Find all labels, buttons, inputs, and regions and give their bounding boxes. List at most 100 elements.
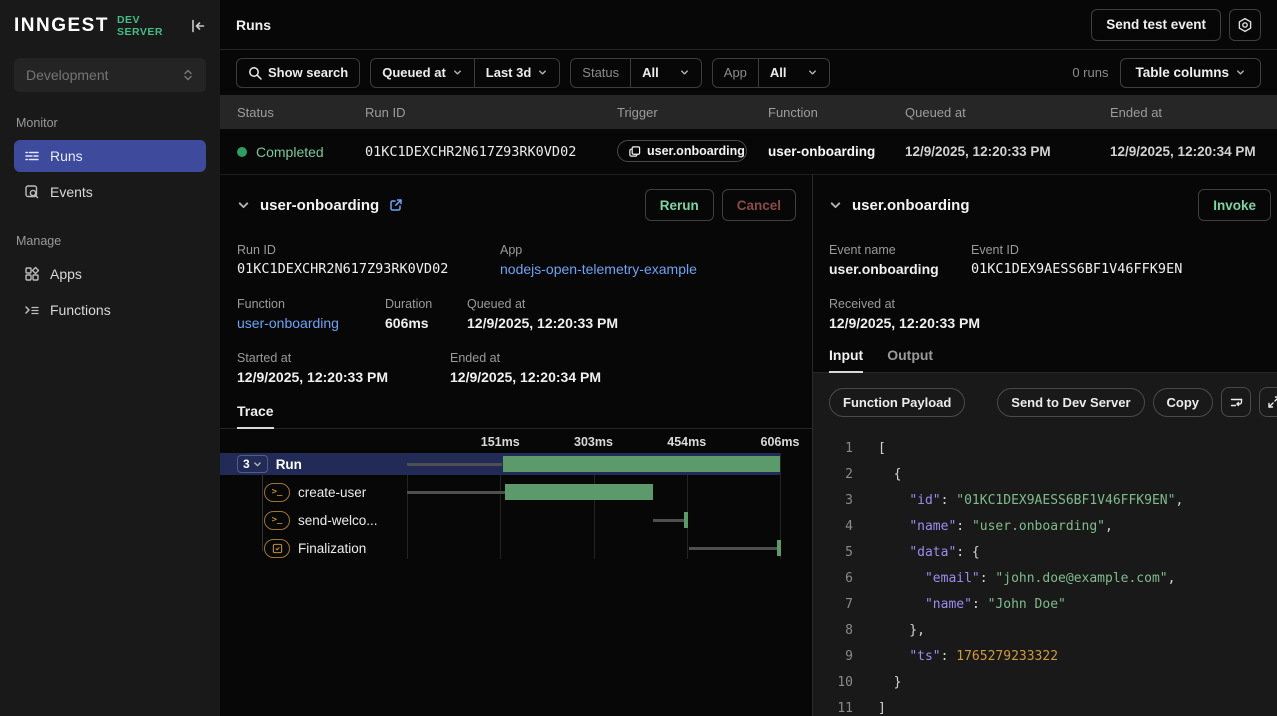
collapse-sidebar-icon[interactable]: [190, 18, 206, 34]
app-filter: App All: [712, 58, 830, 88]
tab-input[interactable]: Input: [829, 347, 863, 373]
copy-button[interactable]: Copy: [1153, 388, 1214, 417]
environment-select[interactable]: Development: [14, 58, 206, 92]
sidebar-item-apps[interactable]: Apps: [14, 258, 206, 290]
trace-span-label: send-welco...: [298, 513, 378, 528]
collapse-steps-badge[interactable]: 3: [237, 455, 268, 473]
received-at-value: 12/9/2025, 12:20:33 PM: [829, 315, 980, 331]
sidebar: INNGEST DEV SERVER Development Monitor R…: [0, 0, 220, 716]
ended-at-cell: 12/9/2025, 12:20:34 PM: [1110, 144, 1277, 159]
execution-span-bar[interactable]: [777, 540, 781, 556]
code-line: 7 "name": "John Doe": [813, 591, 1277, 617]
status-filter-label: Status: [571, 59, 630, 87]
collapse-chevron-icon[interactable]: [829, 199, 842, 212]
chevron-down-icon: [1235, 67, 1246, 78]
ended-at-value: 12/9/2025, 12:20:34 PM: [450, 369, 601, 385]
payload-tabs: Input Output: [813, 347, 1277, 373]
sidebar-item-label: Runs: [50, 148, 83, 164]
settings-gear-icon[interactable]: [1229, 9, 1261, 41]
field-label: Ended at: [450, 351, 601, 365]
main-area: Runs Send test event Show search Qu: [220, 0, 1277, 716]
sidebar-item-functions[interactable]: Functions: [14, 294, 206, 326]
column-header: Trigger: [617, 105, 768, 120]
time-filter: Queued at Last 3d: [370, 58, 560, 88]
column-header: Status: [237, 105, 365, 120]
status-filter: Status All: [570, 58, 701, 88]
collapse-chevron-icon[interactable]: [237, 199, 250, 212]
tab-output[interactable]: Output: [887, 347, 933, 373]
time-range-dropdown[interactable]: Last 3d: [475, 59, 560, 87]
app-filter-dropdown[interactable]: All: [759, 59, 829, 87]
finalization-check-icon: [264, 539, 290, 558]
sidebar-item-runs[interactable]: Runs: [14, 140, 206, 172]
chevron-down-icon: [679, 67, 690, 78]
line-number: 6: [813, 571, 853, 586]
field-label: Event ID: [971, 243, 1182, 257]
sidebar-item-events[interactable]: Events: [14, 176, 206, 208]
function-payload-button[interactable]: Function Payload: [829, 388, 965, 417]
run-title: user-onboarding: [260, 197, 379, 214]
expand-icon[interactable]: [1259, 387, 1277, 417]
app-link[interactable]: nodejs-open-telemetry-example: [500, 261, 697, 277]
event-id-value: 01KC1DEX9AESS6BF1V46FFK9EN: [971, 261, 1182, 277]
event-title: user.onboarding: [852, 197, 970, 214]
apps-icon: [24, 266, 40, 282]
payload-code-editor[interactable]: 1[2 {3 "id": "01KC1DEX9AESS6BF1V46FFK9EN…: [813, 427, 1277, 716]
rerun-button[interactable]: Rerun: [645, 189, 714, 221]
inngest-logo: INNGEST: [14, 15, 109, 37]
queue-wait-line: [407, 463, 502, 466]
trace-rows: 3 Run>_create-user>_send-welco...Finaliz…: [220, 453, 780, 559]
step-terminal-icon: >_: [264, 483, 290, 502]
show-search-button[interactable]: Show search: [236, 58, 360, 88]
trace-waterfall: 151ms303ms454ms606ms 3 Run>_create-user>…: [220, 431, 812, 716]
table-columns-dropdown[interactable]: Table columns: [1120, 58, 1261, 88]
code-line: 5 "data": {: [813, 539, 1277, 565]
queued-at-value: 12/9/2025, 12:20:33 PM: [467, 315, 618, 331]
execution-span-bar[interactable]: [684, 512, 688, 528]
trace-span-label: Run: [276, 457, 302, 472]
external-link-icon[interactable]: [389, 198, 403, 212]
cancel-button[interactable]: Cancel: [722, 189, 796, 221]
field-label: Queued at: [467, 297, 618, 311]
code-line: 1[: [813, 435, 1277, 461]
code-line: 6 "email": "john.doe@example.com",: [813, 565, 1277, 591]
invoke-button[interactable]: Invoke: [1198, 189, 1271, 221]
trigger-label: user.onboarding: [647, 144, 745, 158]
trigger-pill[interactable]: user.onboarding: [617, 140, 747, 162]
axis-tick-label: 303ms: [574, 435, 613, 449]
field-label: Received at: [829, 297, 980, 311]
send-test-event-button[interactable]: Send test event: [1091, 9, 1221, 41]
search-icon: [248, 66, 262, 80]
status-filter-dropdown[interactable]: All: [631, 59, 701, 87]
step-terminal-icon: >_: [264, 511, 290, 530]
trace-time-axis: 151ms303ms454ms606ms: [220, 431, 780, 453]
send-to-dev-server-button[interactable]: Send to Dev Server: [997, 388, 1144, 417]
details-split: user-onboarding Rerun Cancel Run ID 01KC…: [220, 175, 1277, 716]
payload-section: Function Payload Send to Dev Server Copy…: [813, 373, 1277, 716]
code-line: 8 },: [813, 617, 1277, 643]
line-number: 7: [813, 597, 853, 612]
word-wrap-icon[interactable]: [1221, 387, 1251, 417]
trace-row-send-welco-[interactable]: >_ send-welco...: [220, 509, 780, 531]
execution-span-bar[interactable]: [505, 484, 653, 500]
trace-row-finalization[interactable]: Finalization: [220, 537, 780, 559]
app-filter-label: App: [713, 59, 758, 87]
tab-trace[interactable]: Trace: [237, 403, 274, 429]
execution-span-bar[interactable]: [503, 456, 780, 472]
trace-row-create-user[interactable]: >_create-user: [220, 481, 780, 503]
event-icon: [628, 145, 641, 158]
function-link[interactable]: user-onboarding: [237, 315, 385, 331]
trace-row-run[interactable]: 3 Run: [220, 453, 780, 475]
runs-table-header: Status Run ID Trigger Function Queued at…: [220, 95, 1277, 129]
event-name-value: user.onboarding: [829, 261, 971, 277]
field-label: Function: [237, 297, 385, 311]
queued-at-dropdown[interactable]: Queued at: [371, 59, 474, 87]
table-columns-label: Table columns: [1135, 65, 1229, 80]
line-number: 10: [813, 675, 853, 690]
chevron-down-icon: [537, 67, 548, 78]
run-id-value: 01KC1DEXCHR2N617Z93RK0VD02: [237, 261, 500, 277]
sidebar-item-label: Functions: [50, 302, 111, 318]
chevron-updown-icon: [182, 68, 194, 82]
table-row[interactable]: Completed 01KC1DEXCHR2N617Z93RK0VD02 use…: [220, 129, 1277, 175]
environment-select-value: Development: [26, 67, 109, 83]
